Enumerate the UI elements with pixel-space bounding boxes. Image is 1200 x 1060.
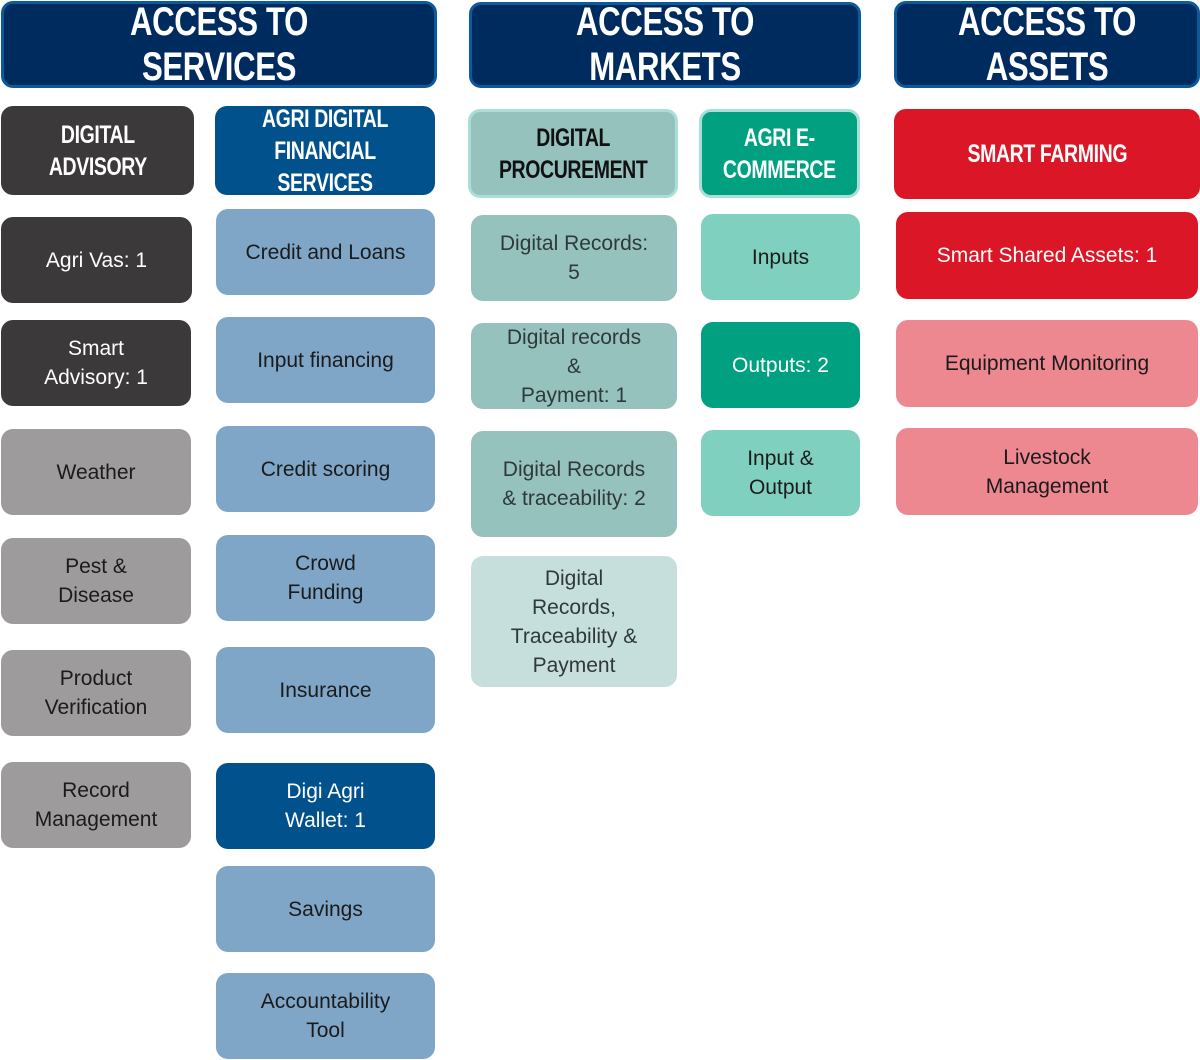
item-livestock-management: Livestock Management — [896, 428, 1198, 515]
header-label: ACCESS TO SERVICES — [130, 0, 308, 89]
group-label: DIGITAL ADVISORY — [48, 120, 147, 181]
item-pest-disease: Pest & Disease — [1, 538, 191, 624]
item-digital-records-traceability: Digital Records & traceability: 2 — [471, 431, 677, 537]
item-weather: Weather — [1, 429, 191, 515]
group-digital-procurement: DIGITAL PROCUREMENT — [468, 109, 678, 198]
item-outputs: Outputs: 2 — [701, 322, 860, 408]
item-digi-agri-wallet: Digi Agri Wallet: 1 — [216, 763, 435, 849]
item-digital-records: Digital Records: 5 — [471, 215, 677, 301]
group-smart-farming: SMART FARMING — [894, 109, 1200, 199]
group-label: DIGITAL PROCUREMENT — [498, 123, 648, 184]
header-access-to-services: ACCESS TO SERVICES — [1, 0, 437, 89]
item-credit-scoring: Credit scoring — [216, 426, 435, 512]
item-accountability-tool: Accountability Tool — [216, 973, 435, 1059]
item-input-output: Input & Output — [701, 430, 860, 516]
item-smart-shared-assets: Smart Shared Assets: 1 — [896, 212, 1198, 299]
item-product-verification: Product Verification — [1, 650, 191, 736]
group-digital-advisory: DIGITAL ADVISORY — [1, 106, 194, 195]
item-agri-vas: Agri Vas: 1 — [1, 217, 192, 303]
item-equipment-monitoring: Equipment Monitoring — [896, 320, 1198, 407]
item-input-financing: Input financing — [216, 317, 435, 403]
item-insurance: Insurance — [216, 647, 435, 733]
item-inputs: Inputs — [701, 214, 860, 300]
header-access-to-markets: ACCESS TO MARKETS — [469, 0, 861, 89]
group-agri-e-commerce: AGRI E- COMMERCE — [699, 109, 860, 198]
header-label: ACCESS TO ASSETS — [958, 0, 1136, 89]
header-access-to-assets: ACCESS TO ASSETS — [894, 0, 1200, 89]
item-credit-and-loans: Credit and Loans — [216, 209, 435, 295]
item-crowd-funding: Crowd Funding — [216, 535, 435, 621]
item-digital-records-traceability-payment: Digital Records, Traceability & Payment — [471, 556, 677, 687]
item-record-management: Record Management — [1, 762, 191, 848]
group-label: SMART FARMING — [967, 140, 1127, 168]
group-label: AGRI E- COMMERCE — [723, 123, 836, 184]
group-label: AGRI DIGITAL FINANCIAL SERVICES — [261, 104, 389, 197]
item-digital-records-payment: Digital records & Payment: 1 — [471, 323, 677, 409]
header-label: ACCESS TO MARKETS — [576, 0, 754, 89]
item-smart-advisory: Smart Advisory: 1 — [1, 320, 191, 406]
group-agri-digital-financial-services: AGRI DIGITAL FINANCIAL SERVICES — [215, 105, 435, 197]
item-savings: Savings — [216, 866, 435, 952]
